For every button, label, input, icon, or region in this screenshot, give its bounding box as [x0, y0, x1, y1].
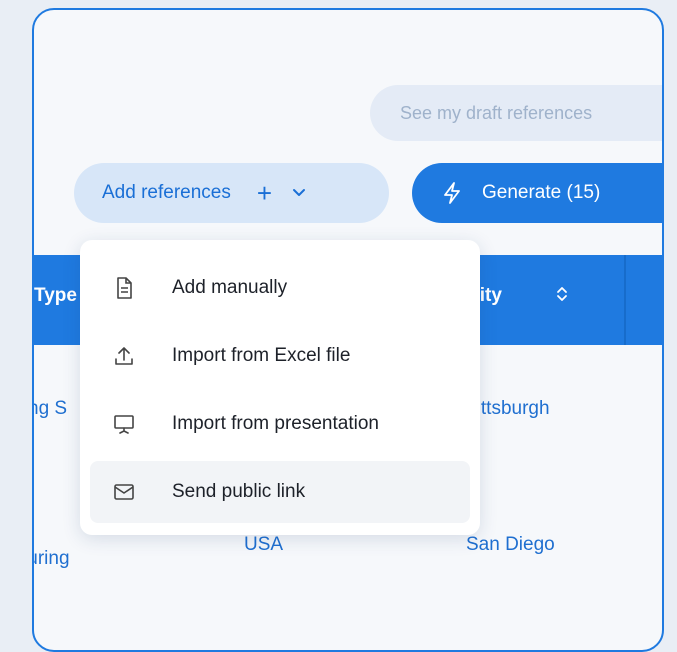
draft-references-label: See my draft references: [400, 103, 593, 123]
generate-label: Generate (15): [482, 182, 601, 203]
app-frame: See my draft references Add references +…: [32, 8, 664, 652]
cell-country: USA: [244, 534, 284, 555]
menu-item-label: Import from Excel file: [172, 345, 351, 366]
menu-item-add-manually[interactable]: Add manually: [90, 257, 470, 319]
chevron-down-icon[interactable]: [292, 188, 306, 198]
generate-button[interactable]: Generate (15): [412, 163, 662, 223]
column-divider: [624, 255, 626, 345]
menu-item-label: Import from presentation: [172, 413, 379, 434]
sort-icon[interactable]: [556, 285, 568, 303]
add-references-dropdown-menu: Add manually Import from Excel file Impo…: [80, 240, 480, 535]
column-header-type[interactable]: Type: [34, 285, 77, 307]
see-draft-references-button[interactable]: See my draft references: [370, 85, 662, 141]
mail-icon: [112, 480, 136, 504]
cell-type: ng S: [34, 398, 68, 419]
menu-item-send-public-link[interactable]: Send public link: [90, 461, 470, 523]
menu-item-import-presentation[interactable]: Import from presentation: [90, 393, 470, 455]
lightning-icon: [442, 182, 462, 204]
cell-city[interactable]: San Diego: [466, 534, 555, 556]
menu-item-import-excel[interactable]: Import from Excel file: [90, 325, 470, 387]
menu-item-label: Add manually: [172, 277, 288, 298]
add-references-label: Add references: [102, 182, 231, 203]
add-references-button[interactable]: Add references +: [74, 163, 389, 223]
cell-type: turing: [34, 548, 70, 569]
upload-icon: [112, 344, 136, 368]
menu-item-label: Send public link: [172, 481, 306, 502]
presentation-icon: [112, 412, 136, 436]
plus-icon: +: [256, 178, 273, 208]
document-icon: [112, 276, 136, 300]
